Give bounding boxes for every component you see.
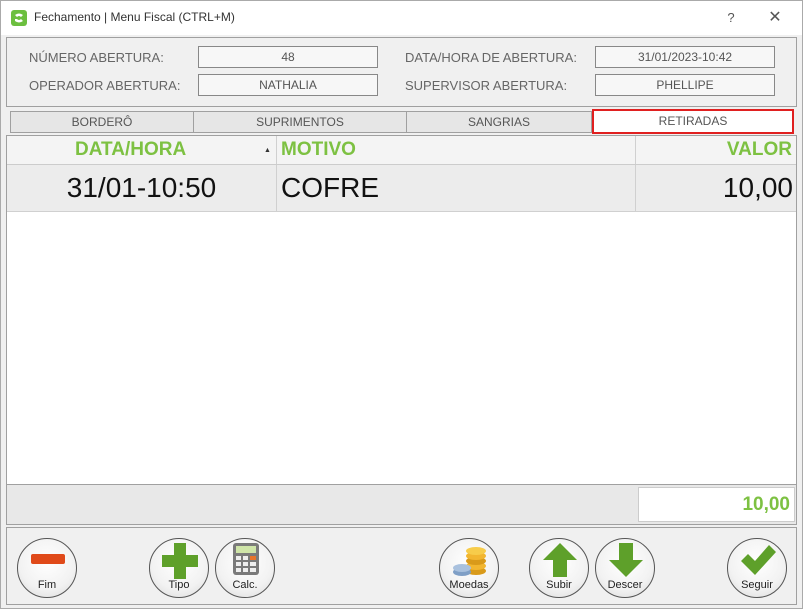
tipo-label: Tipo xyxy=(168,579,190,591)
close-button[interactable]: ✕ xyxy=(763,7,787,29)
subir-button[interactable]: Subir xyxy=(529,538,589,598)
arrow-down-icon xyxy=(609,543,643,577)
action-toolbar: Fim Tipo Calc. Moedas Subir Descer Segui… xyxy=(6,527,797,605)
tab-sangrias[interactable]: SANGRIAS xyxy=(406,111,592,133)
column-header-valor[interactable]: VALOR xyxy=(636,136,792,164)
coins-icon xyxy=(453,547,486,576)
cell-motivo: COFRE xyxy=(281,172,379,203)
help-button[interactable]: ? xyxy=(719,7,743,29)
supervisor-abertura-label: SUPERVISOR ABERTURA: xyxy=(405,78,568,93)
descer-label: Descer xyxy=(607,579,643,591)
app-icon xyxy=(11,10,27,26)
grid-footer: 10,00 xyxy=(6,485,797,525)
subir-label: Subir xyxy=(546,579,572,591)
table-row[interactable]: 31/01-10:50 COFRE 10,00 xyxy=(7,165,796,212)
grid-header: DATA/HORA ▲ MOTIVO VALOR xyxy=(7,136,796,165)
tab-bordero[interactable]: BORDERÔ xyxy=(10,111,194,133)
tab-retiradas[interactable]: RETIRADAS xyxy=(592,109,794,134)
fim-button[interactable]: Fim xyxy=(17,538,77,598)
column-divider xyxy=(276,165,277,211)
title-bar: Fechamento | Menu Fiscal (CTRL+M) ? ✕ xyxy=(1,1,802,35)
descer-button[interactable]: Descer xyxy=(595,538,655,598)
seguir-button[interactable]: Seguir xyxy=(727,538,787,598)
supervisor-abertura-field: PHELLIPE xyxy=(595,74,775,96)
data-hora-abertura-label: DATA/HORA DE ABERTURA: xyxy=(405,50,577,65)
tab-strip: BORDERÔ SUPRIMENTOS SANGRIAS RETIRADAS xyxy=(6,109,797,134)
column-divider xyxy=(635,136,636,164)
column-divider xyxy=(635,165,636,211)
window-title: Fechamento | Menu Fiscal (CTRL+M) xyxy=(34,10,235,24)
opening-info-panel: NÚMERO ABERTURA: 48 DATA/HORA DE ABERTUR… xyxy=(6,37,797,107)
moedas-button[interactable]: Moedas xyxy=(439,538,499,598)
calc-button[interactable]: Calc. xyxy=(215,538,275,598)
withdrawals-grid: DATA/HORA ▲ MOTIVO VALOR 31/01-10:50 COF… xyxy=(6,135,797,485)
total-value: 10,00 xyxy=(638,487,795,522)
plus-icon xyxy=(162,543,198,579)
window: Fechamento | Menu Fiscal (CTRL+M) ? ✕ NÚ… xyxy=(0,0,803,609)
operador-abertura-field: NATHALIA xyxy=(198,74,378,96)
calculator-icon xyxy=(233,543,259,575)
numero-abertura-label: NÚMERO ABERTURA: xyxy=(29,50,164,65)
sort-ascending-icon: ▲ xyxy=(264,147,271,154)
tipo-button[interactable]: Tipo xyxy=(149,538,209,598)
checkmark-icon xyxy=(741,545,776,575)
column-divider xyxy=(276,136,277,164)
column-header-data-hora[interactable]: DATA/HORA xyxy=(75,136,186,164)
fim-label: Fim xyxy=(37,579,57,591)
arrow-up-icon xyxy=(543,543,577,577)
column-header-motivo[interactable]: MOTIVO xyxy=(281,136,356,164)
calc-label: Calc. xyxy=(232,579,258,591)
data-hora-abertura-field: 31/01/2023-10:42 xyxy=(595,46,775,68)
seguir-label: Seguir xyxy=(741,579,773,591)
numero-abertura-field: 48 xyxy=(198,46,378,68)
tab-suprimentos[interactable]: SUPRIMENTOS xyxy=(193,111,407,133)
moedas-label: Moedas xyxy=(449,579,489,591)
operador-abertura-label: OPERADOR ABERTURA: xyxy=(29,78,181,93)
cell-data-hora: 31/01-10:50 xyxy=(66,172,217,203)
minus-icon xyxy=(31,554,65,564)
cell-valor: 10,00 xyxy=(722,172,793,203)
